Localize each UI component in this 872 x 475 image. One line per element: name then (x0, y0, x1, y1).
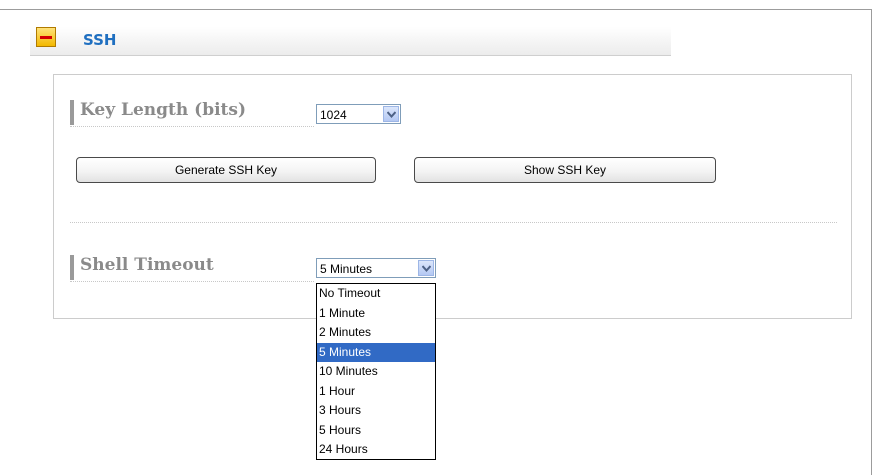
timeout-option[interactable]: 1 Hour (317, 382, 435, 402)
shell-timeout-value: 5 Minutes (320, 262, 373, 276)
key-length-label: Key Length (bits) (70, 99, 314, 127)
label-marker (70, 255, 74, 280)
frame-top-border (0, 9, 872, 10)
key-length-value: 1024 (320, 108, 347, 122)
generate-ssh-key-button[interactable]: Generate SSH Key (76, 157, 376, 183)
section-divider (70, 222, 837, 223)
timeout-option[interactable]: No Timeout (317, 284, 435, 304)
timeout-option[interactable]: 5 Hours (317, 421, 435, 441)
label-marker (70, 100, 74, 125)
show-ssh-key-button[interactable]: Show SSH Key (414, 157, 716, 183)
shell-timeout-label: Shell Timeout (70, 254, 314, 282)
timeout-option[interactable]: 1 Minute (317, 304, 435, 324)
section-title: SSH (83, 31, 117, 49)
key-length-label-text: Key Length (bits) (80, 100, 247, 120)
timeout-option[interactable]: 2 Minutes (317, 323, 435, 343)
collapse-section-button[interactable] (36, 27, 56, 47)
timeout-option[interactable]: 5 Minutes (317, 342, 435, 362)
dropdown-arrow-icon[interactable] (418, 260, 434, 276)
shell-timeout-label-text: Shell Timeout (80, 255, 214, 275)
shell-timeout-select[interactable]: 5 Minutes (316, 258, 436, 278)
timeout-option[interactable]: 24 Hours (317, 440, 435, 460)
timeout-option[interactable]: 3 Hours (317, 401, 435, 421)
timeout-option[interactable]: 10 Minutes (317, 362, 435, 382)
section-header-ssh: SSH (30, 27, 671, 56)
key-length-select[interactable]: 1024 (316, 104, 401, 124)
minus-icon (40, 36, 52, 39)
dropdown-arrow-icon[interactable] (383, 106, 399, 122)
shell-timeout-options-list: No Timeout 1 Minute 2 Minutes 5 Minutes … (316, 283, 436, 460)
